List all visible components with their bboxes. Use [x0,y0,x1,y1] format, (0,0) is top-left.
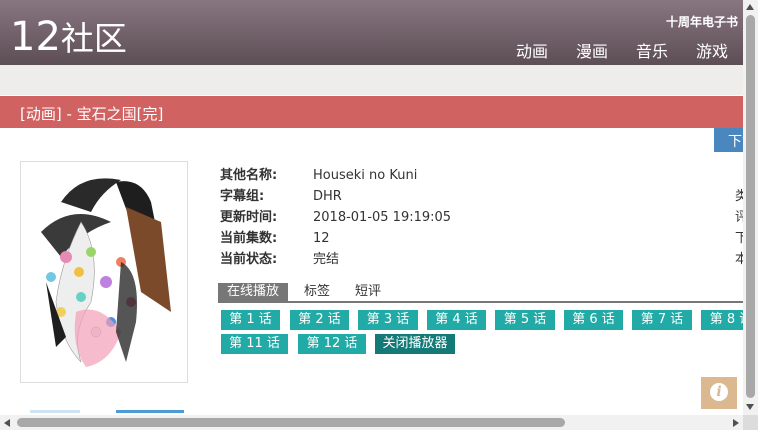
episode-button[interactable]: 第 3 话 [358,310,418,330]
nav-games[interactable]: 游戏 [696,38,728,62]
main-nav: 动画 漫画 音乐 游戏 [516,38,756,62]
close-player-button[interactable]: 关闭播放器 [375,334,455,354]
vertical-scroll-thumb[interactable] [746,15,755,398]
episode-button[interactable]: 第 8 话 [701,310,743,330]
info-row: 字幕组: DHR [220,189,342,204]
page-title: [动画] - 宝石之国[完] [20,105,164,123]
episode-button[interactable]: 第 5 话 [495,310,555,330]
info-row: 其他名称: Houseki no Kuni [220,168,418,183]
site-header: 12社区 十周年电子书 动画 漫画 音乐 游戏 [0,0,743,65]
episode-list: 第 1 话 第 2 话 第 3 话 第 4 话 第 5 话 第 6 话 第 7 … [221,310,743,360]
episode-button[interactable]: 第 11 话 [221,334,288,354]
tab-online-play[interactable]: 在线播放 [218,283,289,301]
nav-manga[interactable]: 漫画 [576,38,608,62]
info-row: 更新时间: 2018-01-05 19:19:05 [220,210,452,225]
bottom-tab-stub-active [116,410,184,413]
episode-button[interactable]: 第 12 话 [298,334,366,354]
info-row: 当前状态: 完结 [220,252,340,267]
scrollbar-corner [743,415,758,430]
episode-button[interactable]: 第 4 话 [427,310,486,330]
download-button[interactable]: 下载 [714,128,743,152]
episode-button[interactable]: 第 2 话 [290,310,349,330]
logo-text: 社区 [60,19,127,58]
cover-image [20,161,188,383]
info-panel: 其他名称: Houseki no Kuni 字幕组: DHR 更新时间: 2018-0… [220,164,451,269]
episode-button[interactable]: 第 6 话 [564,310,623,330]
info-button[interactable]: i [701,377,737,409]
scroll-right-arrow-icon[interactable] [733,419,739,427]
horizontal-scroll-thumb[interactable] [17,418,565,427]
bottom-tab-stub [30,410,80,413]
tab-reviews[interactable]: 短评 [355,283,381,301]
sub-bar [0,65,743,95]
tenyear-ebook-link[interactable]: 十周年电子书 [666,13,738,30]
scroll-down-arrow-icon[interactable] [746,404,754,410]
logo-number: 12 [10,14,61,60]
nav-music[interactable]: 音乐 [636,38,668,62]
episode-button[interactable]: 第 1 话 [221,310,280,330]
info-icon: i [710,383,728,401]
content-tabs: 在线播放 标签 短评 [218,281,743,303]
title-bar: [动画] - 宝石之国[完] [0,96,743,128]
info-row: 当前集数: 12 [220,231,330,246]
info-right-column: 类 评 下 本 [735,189,743,267]
scroll-up-arrow-icon[interactable] [746,4,754,10]
horizontal-scrollbar[interactable] [0,415,743,430]
site-logo[interactable]: 12社区 [10,14,127,62]
nav-anime[interactable]: 动画 [516,38,548,62]
episode-button[interactable]: 第 7 话 [632,310,692,330]
tab-tags[interactable]: 标签 [304,283,330,301]
vertical-scrollbar[interactable] [743,0,758,415]
scroll-left-arrow-icon[interactable] [4,419,10,427]
